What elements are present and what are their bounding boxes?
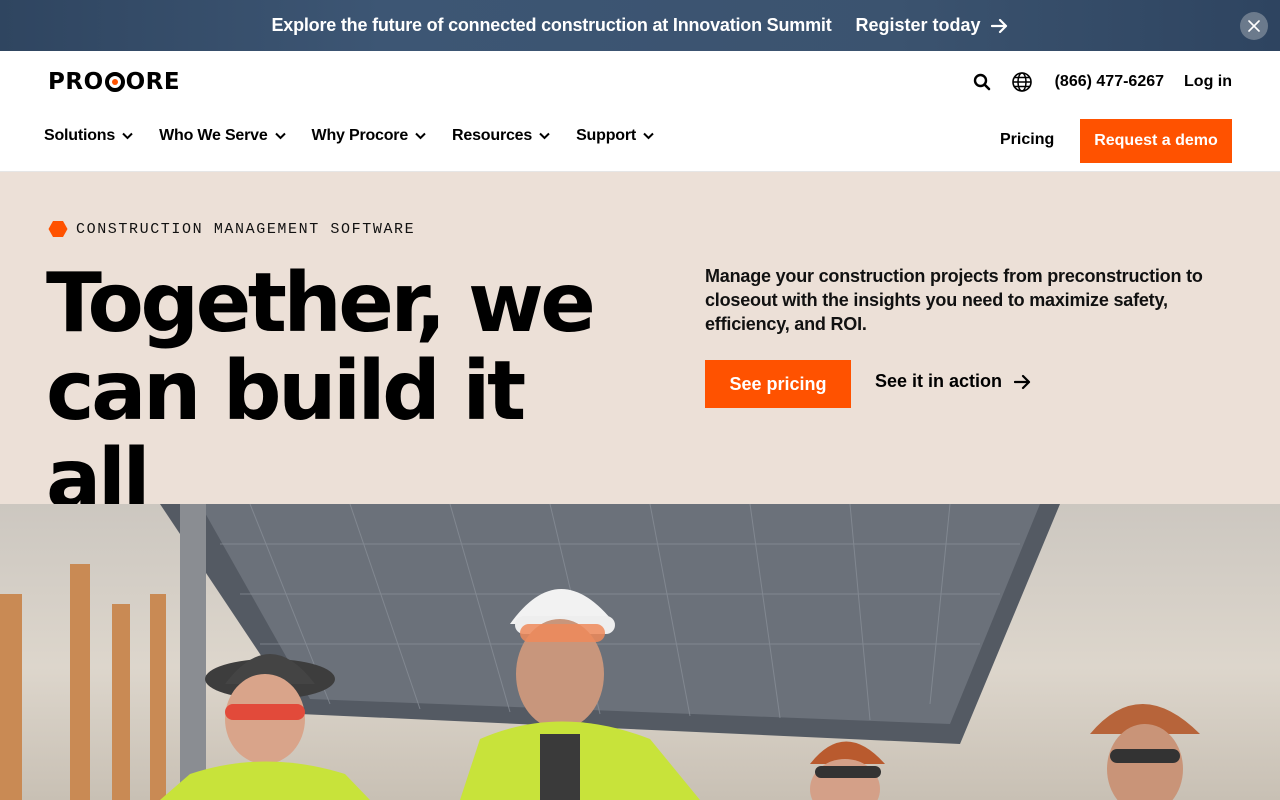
phone-link[interactable]: (866) 477-6267 [1055,73,1164,91]
nav-item-support[interactable]: Support [576,127,654,145]
language-button[interactable] [1011,71,1033,93]
nav-item-label: Resources [452,127,533,144]
chevron-down-icon [274,132,286,140]
eyebrow-text: CONSTRUCTION MANAGEMENT SOFTWARE [76,220,416,238]
register-today-label: Register today [855,15,981,35]
hero-headline: Together, we can build it all [46,260,606,524]
register-today-link[interactable]: Register today [856,15,1009,36]
nav-item-resources[interactable]: Resources [452,127,550,145]
globe-icon [1011,72,1032,92]
construction-workers-image [0,504,1200,800]
procore-logo[interactable]: PRO ORE [48,69,180,95]
chevron-down-icon [415,132,426,140]
announcement-bar: Explore the future of connected construc… [0,0,1280,51]
see-it-in-action-label: See it in action [875,371,1003,391]
nav-item-label: Support [576,127,636,144]
nav-item-label: Who We Serve [159,127,268,144]
headline-line-2: can build it all [46,344,526,527]
chevron-down-icon [539,132,550,140]
eyebrow: CONSTRUCTION MANAGEMENT SOFTWARE [48,220,415,238]
hero-description: Manage your construction projects from p… [705,266,1203,334]
close-announcement-button[interactable] [1240,12,1268,40]
pricing-link[interactable]: Pricing [1000,131,1054,149]
main-nav: Solutions Who We Serve Why Procore Resou… [44,127,680,145]
see-pricing-button[interactable]: See pricing [705,360,851,408]
login-link[interactable]: Log in [1184,73,1232,91]
site-header: PRO ORE (866) 477-6267 Log in Solutions [0,51,1280,172]
headline-line-1: Together, we [46,256,596,351]
search-icon [973,73,990,91]
nav-item-label: Solutions [44,127,116,144]
logo-text-start: PRO [48,69,104,95]
hero-photo [0,504,1280,800]
arrow-right-icon [1014,374,1031,389]
nav-item-label: Why Procore [311,127,409,144]
nav-item-solutions[interactable]: Solutions [44,127,133,145]
announcement-message: Explore the future of connected construc… [271,15,832,35]
logo-wordmark: PRO ORE [48,69,180,95]
request-demo-button[interactable]: Request a demo [1080,119,1232,163]
nav-item-who-we-serve[interactable]: Who We Serve [159,127,286,145]
arrow-right-icon [990,18,1007,33]
hexagon-icon [48,221,68,237]
nav-item-why-procore[interactable]: Why Procore [312,127,427,145]
logo-text-end: ORE [125,69,181,95]
hero-section: CONSTRUCTION MANAGEMENT SOFTWARE Togethe… [0,172,1280,524]
logo-o-mark [104,72,125,92]
search-button[interactable] [973,73,991,91]
utility-nav: (866) 477-6267 Log in [953,71,1232,93]
chevron-down-icon [122,132,133,140]
chevron-down-icon [643,132,654,140]
see-it-in-action-link[interactable]: See it in action [875,371,1032,392]
close-icon [1248,20,1260,32]
